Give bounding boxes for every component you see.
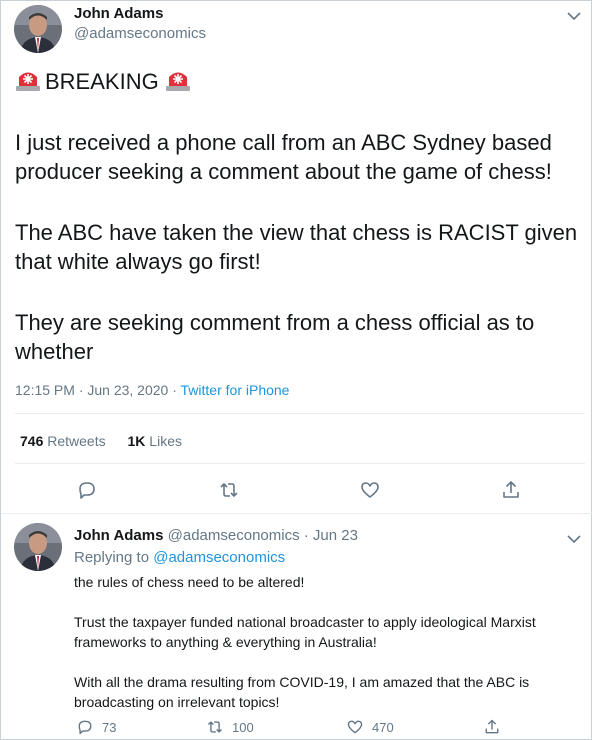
- breaking-line: BREAKING: [15, 67, 585, 96]
- divider: [15, 413, 585, 414]
- divider: [15, 463, 585, 464]
- police-car-light-icon: [165, 68, 191, 92]
- divider: [1, 513, 592, 514]
- tweet-paragraph: They are seeking comment from a chess of…: [15, 310, 535, 364]
- retweet-button[interactable]: 100: [206, 717, 254, 737]
- likes-count: 1K: [127, 433, 146, 449]
- retweets-count: 746: [20, 433, 44, 449]
- reply-icon: [78, 720, 92, 735]
- avatar[interactable]: [14, 5, 62, 53]
- replying-to: Replying to @adamseconomics: [74, 549, 285, 566]
- avatar[interactable]: [14, 523, 62, 571]
- reply-author-handle[interactable]: @adamseconomics: [168, 527, 300, 544]
- tweet-text: BREAKING I just received a phone call fr…: [15, 67, 585, 366]
- reply-count: 73: [102, 719, 117, 735]
- heart-icon[interactable]: [359, 479, 381, 501]
- breaking-label: BREAKING: [45, 69, 159, 94]
- likes-label: Likes: [149, 433, 182, 449]
- reply-button[interactable]: 73: [76, 717, 116, 737]
- retweets-label: Retweets: [47, 433, 106, 449]
- reply-paragraph: the rules of chess need to be altered!: [74, 574, 305, 590]
- tweet-stats: 746 Retweets 1K Likes: [20, 433, 200, 449]
- reply-paragraph: With all the drama resulting from COVID-…: [74, 674, 530, 710]
- reply-date[interactable]: · Jun 23: [304, 527, 358, 544]
- like-count: 470: [372, 719, 394, 735]
- meta-separator: ·: [168, 382, 181, 398]
- tweet-paragraph: The ABC have taken the view that chess i…: [15, 220, 578, 274]
- reply-icon[interactable]: [76, 479, 98, 501]
- share-button[interactable]: [483, 717, 509, 737]
- share-icon: [485, 719, 499, 734]
- replying-prefix: Replying to: [74, 549, 150, 566]
- tweet-paragraph: I just received a phone call from an ABC…: [15, 130, 552, 184]
- tweet-meta: 12:15 PM · Jun 23, 2020 · Twitter for iP…: [15, 382, 289, 398]
- reply-text: the rules of chess need to be altered! T…: [74, 572, 584, 712]
- retweet-count: 100: [232, 719, 254, 735]
- reply-paragraph: Trust the taxpayer funded national broad…: [74, 614, 536, 650]
- author-name[interactable]: John Adams: [74, 5, 163, 22]
- tweet-timestamp[interactable]: 12:15 PM · Jun 23, 2020: [15, 382, 168, 398]
- author-handle[interactable]: @adamseconomics: [74, 25, 206, 42]
- retweet-icon[interactable]: [218, 479, 240, 501]
- like-button[interactable]: 470: [346, 717, 394, 737]
- chevron-down-icon[interactable]: [567, 8, 581, 21]
- police-car-light-icon: [15, 68, 41, 92]
- reply-header: John Adams @adamseconomics · Jun 23: [74, 527, 358, 544]
- reply-author-name[interactable]: John Adams: [74, 527, 163, 544]
- tweet-card: John Adams @adamseconomics BREAKING I ju…: [0, 0, 592, 740]
- tweet-source-link[interactable]: Twitter for iPhone: [181, 382, 290, 398]
- replying-to-link[interactable]: @adamseconomics: [153, 549, 285, 566]
- retweet-icon: [207, 721, 223, 733]
- share-icon[interactable]: [500, 479, 522, 501]
- heart-icon: [347, 720, 363, 734]
- chevron-down-icon[interactable]: [567, 531, 581, 544]
- retweets-stat[interactable]: 746 Retweets: [20, 433, 106, 449]
- likes-stat[interactable]: 1K Likes: [128, 433, 182, 449]
